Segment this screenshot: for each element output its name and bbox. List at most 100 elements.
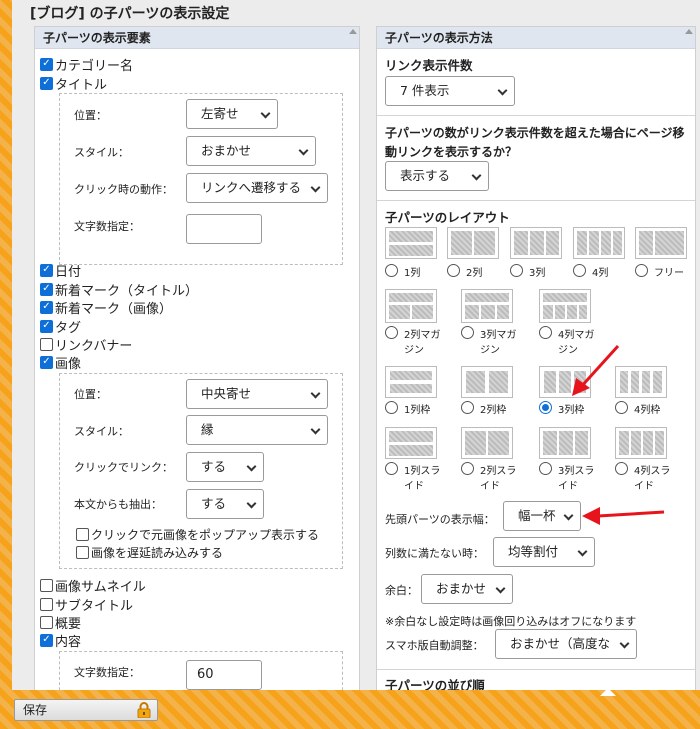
layout-3col-slide-thumb[interactable] (539, 427, 591, 459)
checkbox-title[interactable]: ✓ タイトル (40, 74, 107, 93)
footer-bar: 保存 (0, 690, 700, 729)
title-position-select[interactable]: 左寄せ (186, 99, 278, 129)
display-method-panel: 子パーツの表示方法 リンク表示件数 7 件表示 子パーツの数がリンク表示件数を超… (376, 26, 696, 690)
chevron-down-icon (310, 388, 321, 399)
title-click-action-select[interactable]: リンクへ遷移する (186, 173, 328, 203)
checkbox-lazy-load[interactable]: 画像を遅延読み込みする (76, 543, 223, 561)
checkbox-link-banner[interactable]: リンクバナー (40, 335, 132, 354)
layout-2col-frame-thumb[interactable] (461, 366, 513, 398)
scroll-up-icon[interactable] (685, 29, 693, 34)
order-title: 子パーツの並び順 (385, 678, 485, 690)
checkbox-summary[interactable]: 概要 (40, 613, 81, 632)
radio-layout-1col[interactable]: 1列 (385, 264, 420, 279)
chevron-down-icon (495, 583, 506, 594)
check-icon[interactable]: ✓ (40, 76, 53, 90)
image-options-box: 位置： 中央寄せ スタイル： 縁 クリックでリンク： する 本文からも抽出： す… (59, 373, 343, 569)
image-click-link-select[interactable]: する (186, 452, 264, 482)
sp-adjust-label: スマホ版自動調整： (385, 639, 484, 652)
title-chars-input[interactable] (186, 214, 262, 244)
image-style-select[interactable]: 縁 (186, 415, 328, 445)
check-icon[interactable]: ✓ (40, 263, 53, 277)
arrow-annotation-icon (582, 507, 665, 525)
layout-2col-thumb[interactable] (447, 227, 499, 259)
layout-3col-magazine-thumb[interactable] (461, 289, 513, 323)
radio-layout-3col-frame[interactable]: 3列枠 (539, 401, 584, 416)
arrow-annotation-icon (572, 344, 620, 396)
radio-layout-free[interactable]: フリー (635, 264, 684, 279)
checkbox-image[interactable]: ✓ 画像 (40, 353, 81, 372)
checkbox-image-thumbnail[interactable]: 画像サムネイル (40, 576, 146, 595)
image-position-select[interactable]: 中央寄せ (186, 379, 328, 409)
radio-layout-4col-frame[interactable]: 4列枠 (615, 401, 660, 416)
head-width-select[interactable]: 幅一杯 (503, 501, 581, 531)
radio-layout-4col[interactable]: 4列 (573, 264, 608, 279)
display-elements-header: 子パーツの表示要素 (35, 27, 359, 49)
checkbox-popup-original[interactable]: クリックで元画像をポップアップ表示する (76, 525, 319, 543)
radio-layout-4col-slide[interactable]: 4列スラ イド (615, 462, 687, 492)
layout-1col-frame-thumb[interactable] (385, 366, 437, 398)
chevron-down-icon (298, 145, 309, 156)
radio-layout-2col-slide[interactable]: 2列スラ イド (461, 462, 533, 492)
layout-4col-slide-thumb[interactable] (615, 427, 667, 459)
layout-3col-thumb[interactable] (510, 227, 562, 259)
check-icon[interactable]: ✓ (40, 633, 53, 647)
layout-1col-thumb[interactable] (385, 227, 437, 259)
checkbox-new-mark-image[interactable]: ✓ 新着マーク（画像） (40, 298, 172, 317)
shortage-label: 列数に満たない時： (385, 547, 484, 560)
layout-2col-slide-thumb[interactable] (461, 427, 513, 459)
layout-free-thumb[interactable] (635, 227, 687, 259)
chevron-down-icon (246, 461, 257, 472)
radio-layout-2col[interactable]: 2列 (447, 264, 482, 279)
checkbox-date[interactable]: ✓ 日付 (40, 261, 81, 280)
image-extract-select[interactable]: する (186, 489, 264, 519)
checkbox-new-mark-title[interactable]: ✓ 新着マーク（タイトル） (40, 280, 198, 299)
overflow-question: 子パーツの数がリンク表示件数を超えた場合にページ移 動リンクを表示するか？ (385, 126, 685, 159)
checkbox-category-name[interactable]: ✓ カテゴリー名 (40, 55, 133, 74)
chevron-down-icon (563, 510, 574, 521)
title-style-select[interactable]: おまかせ (186, 136, 316, 166)
chevron-down-icon (310, 182, 321, 193)
settings-page: [ブログ] の子パーツの表示設定 子パーツの表示要素 ✓ カテゴリー名 ✓ タイ… (12, 0, 700, 690)
margin-note: ※余白なし設定時は画像回り込みはオフになります (385, 615, 637, 628)
check-icon[interactable]: ✓ (40, 282, 53, 296)
layout-2col-magazine-thumb[interactable] (385, 289, 437, 323)
chevron-down-icon (260, 108, 271, 119)
check-icon[interactable]: ✓ (40, 300, 53, 314)
radio-layout-2col-frame[interactable]: 2列枠 (461, 401, 506, 416)
radio-layout-2col-magazine[interactable]: 2列マガ ジン (385, 326, 455, 356)
margin-label: 余白： (385, 584, 418, 597)
radio-layout-1col-slide[interactable]: 1列スラ イド (385, 462, 455, 492)
checkbox-subtitle[interactable]: サブタイトル (40, 595, 133, 614)
layout-1col-slide-thumb[interactable] (385, 427, 437, 459)
title-options-box: 位置： 左寄せ スタイル： おまかせ クリック時の動作： リンクへ遷移する 文字… (59, 93, 343, 265)
margin-select[interactable]: おまかせ (421, 574, 513, 604)
radio-layout-3col-magazine[interactable]: 3列マガ ジン (461, 326, 533, 356)
check-icon[interactable]: ✓ (40, 57, 53, 71)
checkbox-tag[interactable]: ✓ タグ (40, 317, 81, 336)
content-options-box: 文字数指定： 60 (59, 651, 343, 690)
check-icon[interactable]: ✓ (40, 355, 53, 369)
checkbox-content[interactable]: ✓ 内容 (40, 631, 81, 650)
chevron-down-icon (310, 424, 321, 435)
layout-title: 子パーツのレイアウト (385, 210, 510, 225)
chevron-down-icon (471, 170, 482, 181)
sp-adjust-select[interactable]: おまかせ（高度な (495, 629, 637, 659)
scroll-up-icon[interactable] (349, 29, 357, 34)
layout-4col-thumb[interactable] (573, 227, 625, 259)
overflow-select[interactable]: 表示する (385, 161, 489, 191)
radio-layout-3col-slide[interactable]: 3列スラ イド (539, 462, 611, 492)
check-icon[interactable]: ✓ (40, 319, 53, 333)
link-count-title: リンク表示件数 (385, 58, 473, 73)
head-width-label: 先頭パーツの表示幅： (385, 513, 495, 526)
page-title: [ブログ] の子パーツの表示設定 (30, 6, 230, 22)
chevron-down-icon (619, 638, 630, 649)
content-chars-input[interactable]: 60 (186, 660, 262, 690)
save-button[interactable]: 保存 (14, 699, 158, 721)
display-elements-panel: 子パーツの表示要素 ✓ カテゴリー名 ✓ タイトル 位置： 左寄せ スタイル： … (34, 26, 360, 690)
radio-layout-1col-frame[interactable]: 1列枠 (385, 401, 430, 416)
display-method-header: 子パーツの表示方法 (377, 27, 695, 49)
layout-4col-magazine-thumb[interactable] (539, 289, 591, 323)
radio-layout-3col[interactable]: 3列 (510, 264, 545, 279)
shortage-select[interactable]: 均等割付 (493, 537, 595, 567)
link-count-select[interactable]: 7 件表示 (385, 76, 515, 106)
